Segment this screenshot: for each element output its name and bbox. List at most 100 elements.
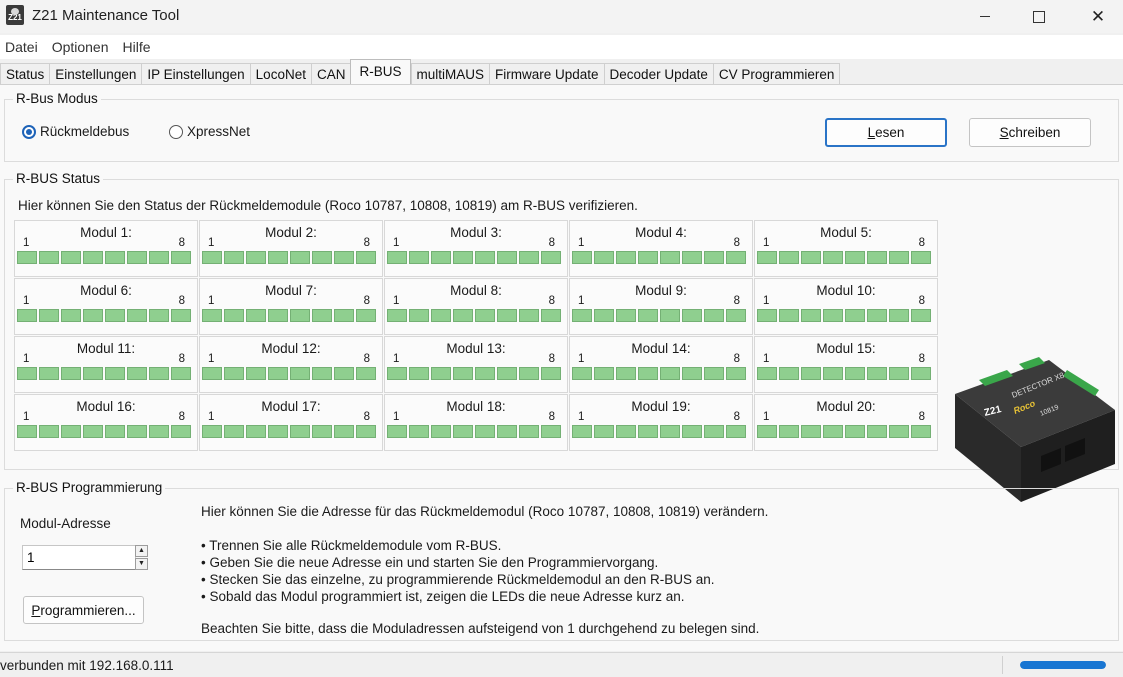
- module-led: [660, 367, 680, 380]
- module-led: [757, 251, 777, 264]
- module-index-first: 1: [23, 237, 30, 249]
- programming-step-3: • Stecken Sie das einzelne, zu programmi…: [201, 572, 715, 587]
- tab-loconet[interactable]: LocoNet: [249, 63, 311, 85]
- module-led: [334, 309, 354, 322]
- menu-datei[interactable]: Datei: [0, 35, 43, 59]
- module-name: Modul 1:: [80, 225, 132, 240]
- module-led: [519, 251, 539, 264]
- module-grid: Modul 1: 1 8 Modul 2: 1 8 Modul 3: 1 8 Modul 4: 1 8…: [14, 220, 944, 451]
- r-bus-panel: R-Bus Modus Rückmeldebus XpressNet Lesen…: [0, 84, 1123, 651]
- tab-ip-einstellungen[interactable]: IP Einstellungen: [141, 63, 250, 85]
- module-led: [246, 309, 266, 322]
- minimize-button[interactable]: [962, 0, 1008, 33]
- module-index-first: 1: [578, 411, 585, 423]
- tab-cv-programmieren[interactable]: CV Programmieren: [712, 63, 841, 85]
- module-name: Modul 6:: [80, 283, 132, 298]
- module-led: [616, 251, 636, 264]
- module-index-last: 8: [548, 411, 555, 423]
- module-led-row: [572, 367, 746, 380]
- module-led-row: [202, 251, 376, 264]
- schreiben-button[interactable]: Schreiben: [969, 118, 1091, 147]
- tab-can[interactable]: CAN: [310, 63, 351, 85]
- module-name: Modul 4:: [635, 225, 687, 240]
- module-led: [171, 309, 191, 322]
- close-button[interactable]: ✕: [1075, 0, 1121, 33]
- programming-step-1: • Trennen Sie alle Rückmeldemodule vom R…: [201, 538, 502, 553]
- menu-hilfe[interactable]: Hilfe: [118, 35, 156, 59]
- module-index-last: 8: [548, 353, 555, 365]
- radio-xpressnet[interactable]: XpressNet: [169, 124, 250, 139]
- module-led: [61, 367, 81, 380]
- module-led: [594, 251, 614, 264]
- tab-einstellungen[interactable]: Einstellungen: [49, 63, 142, 85]
- module-led-row: [572, 425, 746, 438]
- module-led: [726, 251, 746, 264]
- module-led: [356, 309, 376, 322]
- module-led: [453, 309, 473, 322]
- module-led-row: [202, 425, 376, 438]
- module-led: [572, 425, 592, 438]
- module-led: [431, 309, 451, 322]
- module-box: Modul 1: 1 8: [14, 220, 198, 277]
- module-led: [149, 309, 169, 322]
- programming-instructions: Hier können Sie die Adresse für das Rück…: [201, 503, 768, 637]
- module-name: Modul 10:: [816, 283, 876, 298]
- module-led: [334, 425, 354, 438]
- module-name: Modul 7:: [265, 283, 317, 298]
- modul-adresse-input[interactable]: [22, 545, 136, 570]
- module-name: Modul 11:: [76, 341, 136, 356]
- progress-fill: [1020, 661, 1106, 669]
- module-name: Modul 13:: [446, 341, 506, 356]
- module-led: [475, 425, 495, 438]
- module-led: [475, 309, 495, 322]
- module-index-first: 1: [208, 237, 215, 249]
- module-index-last: 8: [733, 353, 740, 365]
- lesen-button-label: Lesen: [867, 125, 905, 140]
- module-led: [202, 425, 222, 438]
- module-led: [726, 367, 746, 380]
- module-led: [757, 425, 777, 438]
- module-led: [356, 251, 376, 264]
- module-index-first: 1: [393, 353, 400, 365]
- tab-multimaus[interactable]: multiMAUS: [410, 63, 490, 85]
- programming-intro-text: Hier können Sie die Adresse für das Rück…: [201, 504, 769, 519]
- module-led: [497, 425, 517, 438]
- programmieren-button[interactable]: Programmieren...: [23, 596, 144, 624]
- module-led: [594, 309, 614, 322]
- module-led: [39, 367, 59, 380]
- tab-r-bus[interactable]: R-BUS: [350, 59, 411, 85]
- tab-firmware-update[interactable]: Firmware Update: [489, 63, 604, 85]
- module-box: Modul 11: 1 8: [14, 336, 198, 393]
- module-led-row: [387, 425, 561, 438]
- module-led: [682, 309, 702, 322]
- module-led: [823, 425, 843, 438]
- spin-up-icon[interactable]: ▲: [135, 545, 148, 557]
- module-led: [17, 309, 37, 322]
- module-led: [268, 251, 288, 264]
- lesen-button[interactable]: Lesen: [825, 118, 947, 147]
- module-box: Modul 12: 1 8: [199, 336, 383, 393]
- module-index-first: 1: [393, 295, 400, 307]
- tab-decoder-update[interactable]: Decoder Update: [603, 63, 713, 85]
- module-led: [867, 251, 887, 264]
- tab-status[interactable]: Status: [0, 63, 50, 85]
- maximize-button[interactable]: [1016, 0, 1062, 33]
- module-led: [638, 367, 658, 380]
- module-led: [268, 309, 288, 322]
- menu-optionen[interactable]: Optionen: [47, 35, 114, 59]
- module-index-last: 8: [363, 353, 370, 365]
- module-led: [61, 425, 81, 438]
- radio-xpressnet-label: XpressNet: [187, 124, 251, 139]
- module-index-first: 1: [208, 411, 215, 423]
- radio-rueckmeldebus[interactable]: Rückmeldebus: [22, 124, 129, 139]
- module-led: [268, 367, 288, 380]
- module-led-row: [202, 309, 376, 322]
- module-led-row: [387, 251, 561, 264]
- module-index-last: 8: [733, 295, 740, 307]
- spin-down-icon[interactable]: ▼: [135, 558, 148, 570]
- module-name: Modul 18:: [446, 399, 506, 414]
- title-bar: Z21 Z21 Maintenance Tool ✕: [0, 0, 1123, 33]
- r-bus-programmierung-group: R-BUS Programmierung Modul-Adresse ▲ ▼ P…: [4, 480, 1119, 641]
- module-led: [704, 251, 724, 264]
- module-led: [867, 367, 887, 380]
